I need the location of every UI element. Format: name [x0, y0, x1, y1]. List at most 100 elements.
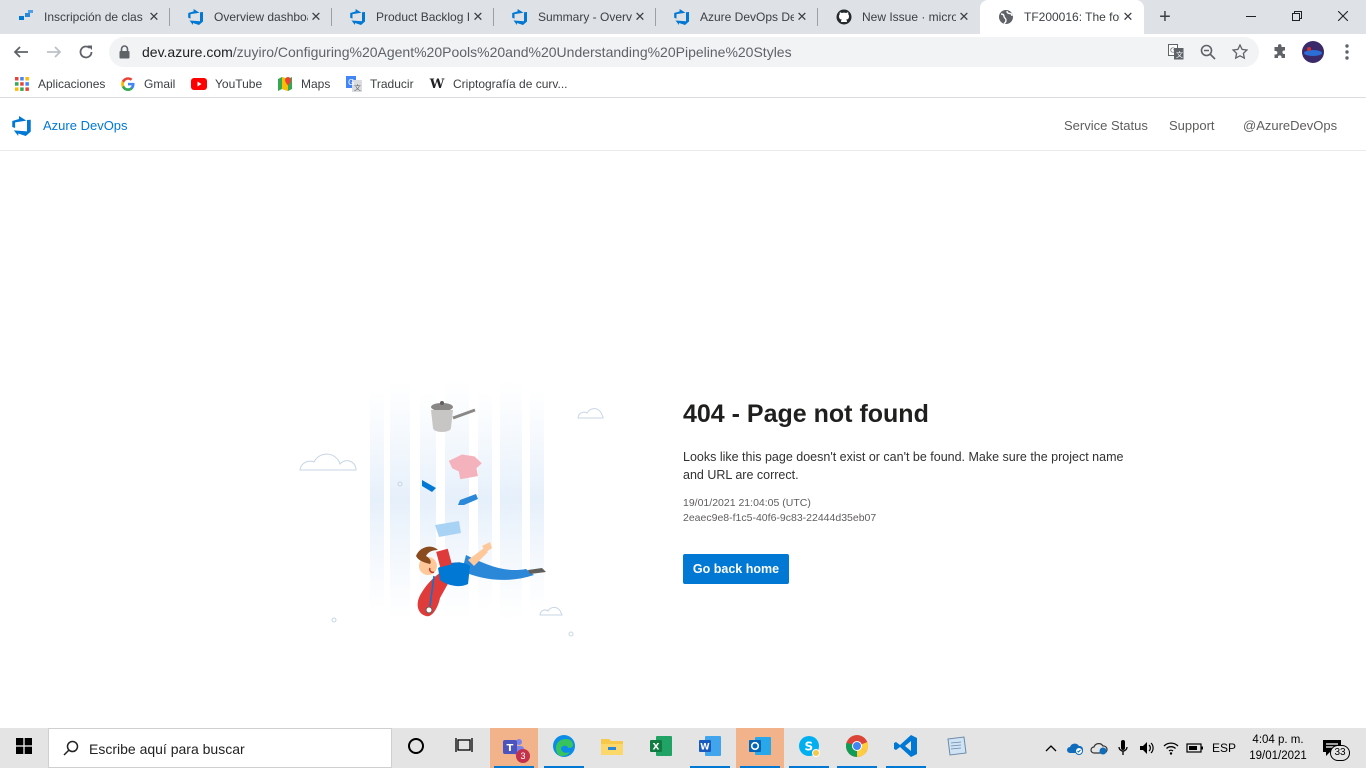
close-tab-icon[interactable]: ✕ — [794, 9, 810, 25]
tab-tf200016-active[interactable]: TF200016: The foll ✕ — [980, 0, 1144, 34]
browser-toolbar: dev.azure.com/zuyiro/Configuring%20Agent… — [0, 34, 1366, 70]
reload-button[interactable] — [72, 38, 100, 66]
tab-inscripcion[interactable]: Inscripción de clas ✕ — [0, 0, 170, 34]
lock-icon[interactable] — [119, 45, 130, 64]
restore-button[interactable] — [1274, 0, 1320, 32]
search-icon — [63, 740, 79, 761]
show-hidden-icons-chevron-icon[interactable] — [1042, 739, 1060, 757]
word-icon: W — [698, 735, 722, 762]
outlook-icon — [748, 735, 772, 762]
close-tab-icon[interactable]: ✕ — [308, 9, 324, 25]
bookmark-aplicaciones[interactable]: Aplicaciones — [14, 76, 105, 92]
new-tab-button[interactable]: + — [1153, 5, 1177, 29]
tab-summary-overview[interactable]: Summary - Overvi ✕ — [494, 0, 656, 34]
windows-logo-icon — [16, 737, 32, 759]
forward-button[interactable] — [40, 38, 68, 66]
skype-taskbar-button[interactable]: S — [785, 728, 833, 768]
taskbar-search-box[interactable]: Escribe aquí para buscar — [48, 728, 392, 768]
tab-product-backlog[interactable]: Product Backlog It ✕ — [332, 0, 494, 34]
start-button[interactable] — [0, 728, 48, 768]
chrome-icon — [845, 734, 869, 763]
bookmark-gmail[interactable]: Gmail — [120, 76, 175, 92]
falling-man-illustration — [290, 380, 620, 640]
menu-kebab-icon[interactable] — [1337, 42, 1357, 62]
azure-devops-header: Azure DevOps Service Status Support @Azu… — [0, 103, 1366, 151]
wifi-icon[interactable] — [1162, 739, 1180, 757]
url-path: /zuyiro/Configuring%20Agent%20Pools%20an… — [232, 44, 792, 60]
support-link[interactable]: Support — [1169, 118, 1215, 133]
svg-text:文: 文 — [1176, 50, 1183, 59]
translate-icon: G文 — [346, 76, 362, 92]
azure-devops-icon — [512, 9, 528, 25]
tab-new-issue[interactable]: New Issue · micros ✕ — [818, 0, 980, 34]
teams-icon: T 3 — [502, 737, 530, 763]
taskbar-clock[interactable]: 4:04 p. m. 19/01/2021 — [1242, 732, 1314, 764]
vscode-icon — [894, 734, 918, 763]
extensions-icon[interactable] — [1270, 42, 1290, 62]
bookmark-youtube[interactable]: YouTube — [191, 76, 262, 92]
zoom-icon[interactable] — [1199, 43, 1217, 61]
vscode-taskbar-button[interactable] — [882, 728, 930, 768]
bookmark-maps[interactable]: Maps — [277, 76, 330, 92]
translate-page-icon[interactable]: G文 — [1167, 43, 1185, 61]
back-button[interactable] — [7, 38, 35, 66]
close-tab-icon[interactable]: ✕ — [146, 9, 162, 25]
skype-icon: S — [797, 734, 821, 763]
notepad-icon — [944, 735, 968, 762]
windows-taskbar: Escribe aquí para buscar T 3 X W S ESP 4… — [0, 728, 1366, 768]
go-back-home-button[interactable]: Go back home — [683, 554, 789, 584]
tab-azure-devops-demo[interactable]: Azure DevOps Der ✕ — [656, 0, 818, 34]
address-bar[interactable]: dev.azure.com/zuyiro/Configuring%20Agent… — [109, 37, 1259, 67]
action-center-button[interactable]: 33 — [1322, 737, 1352, 761]
bookmark-criptografia[interactable]: W Criptografía de curv... — [429, 76, 568, 92]
excel-icon: X — [649, 735, 673, 762]
azure-devops-icon — [674, 9, 690, 25]
onedrive-icon[interactable] — [1066, 739, 1084, 757]
battery-icon[interactable] — [1186, 739, 1204, 757]
azure-devops-brand-link[interactable]: Azure DevOps — [43, 118, 128, 133]
svg-text:T: T — [507, 743, 514, 754]
service-status-link[interactable]: Service Status — [1064, 118, 1148, 133]
svg-text:G: G — [1170, 47, 1175, 55]
close-tab-icon[interactable]: ✕ — [470, 9, 486, 25]
close-tab-icon[interactable]: ✕ — [1120, 9, 1136, 25]
word-taskbar-button[interactable]: W — [686, 728, 734, 768]
file-explorer-taskbar-button[interactable] — [588, 728, 636, 768]
error-timestamp: 19/01/2021 21:04:05 (UTC) — [683, 497, 811, 509]
onedrive-sync-icon[interactable] — [1090, 739, 1108, 757]
teams-badge: 3 — [516, 749, 530, 763]
excel-taskbar-button[interactable]: X — [637, 728, 685, 768]
github-icon — [836, 9, 852, 25]
task-view-button[interactable] — [440, 728, 488, 768]
tab-overview-dashboard[interactable]: Overview dashboa ✕ — [170, 0, 332, 34]
error-title: 404 - Page not found — [683, 400, 929, 428]
azure-devops-icon — [350, 9, 366, 25]
wikipedia-icon: W — [429, 76, 445, 92]
url-host: dev.azure.com — [142, 44, 233, 60]
close-tab-icon[interactable]: ✕ — [632, 9, 648, 25]
notepad-taskbar-button[interactable] — [932, 728, 980, 768]
volume-icon[interactable] — [1138, 739, 1156, 757]
azuredevops-twitter-link[interactable]: @AzureDevOps — [1243, 118, 1337, 133]
azure-boards-icon — [18, 9, 34, 25]
minimize-button[interactable] — [1228, 0, 1274, 32]
microphone-icon[interactable] — [1114, 739, 1132, 757]
azure-devops-logo-icon[interactable] — [12, 116, 34, 138]
close-window-button[interactable] — [1320, 0, 1366, 32]
edge-taskbar-button[interactable] — [540, 728, 588, 768]
outlook-taskbar-button[interactable] — [736, 728, 784, 768]
close-tab-icon[interactable]: ✕ — [956, 9, 972, 25]
task-view-icon — [455, 737, 473, 759]
cortana-icon — [407, 737, 425, 760]
google-icon — [120, 76, 136, 92]
bookmark-traducir[interactable]: G文 Traducir — [346, 76, 414, 92]
language-indicator[interactable]: ESP — [1212, 739, 1236, 757]
cortana-button[interactable] — [392, 728, 440, 768]
chrome-taskbar-button[interactable] — [833, 728, 881, 768]
error-activity-id: 2eaec9e8-f1c5-40f6-9c83-22444d35eb07 — [683, 512, 877, 524]
profile-avatar[interactable] — [1302, 41, 1324, 63]
bookmark-star-icon[interactable] — [1231, 43, 1249, 61]
teams-taskbar-button[interactable]: T 3 — [490, 728, 538, 768]
url-text: dev.azure.com/zuyiro/Configuring%20Agent… — [142, 44, 792, 60]
bookmarks-bar: Aplicaciones Gmail YouTube Maps G文 Tradu… — [0, 70, 1366, 98]
